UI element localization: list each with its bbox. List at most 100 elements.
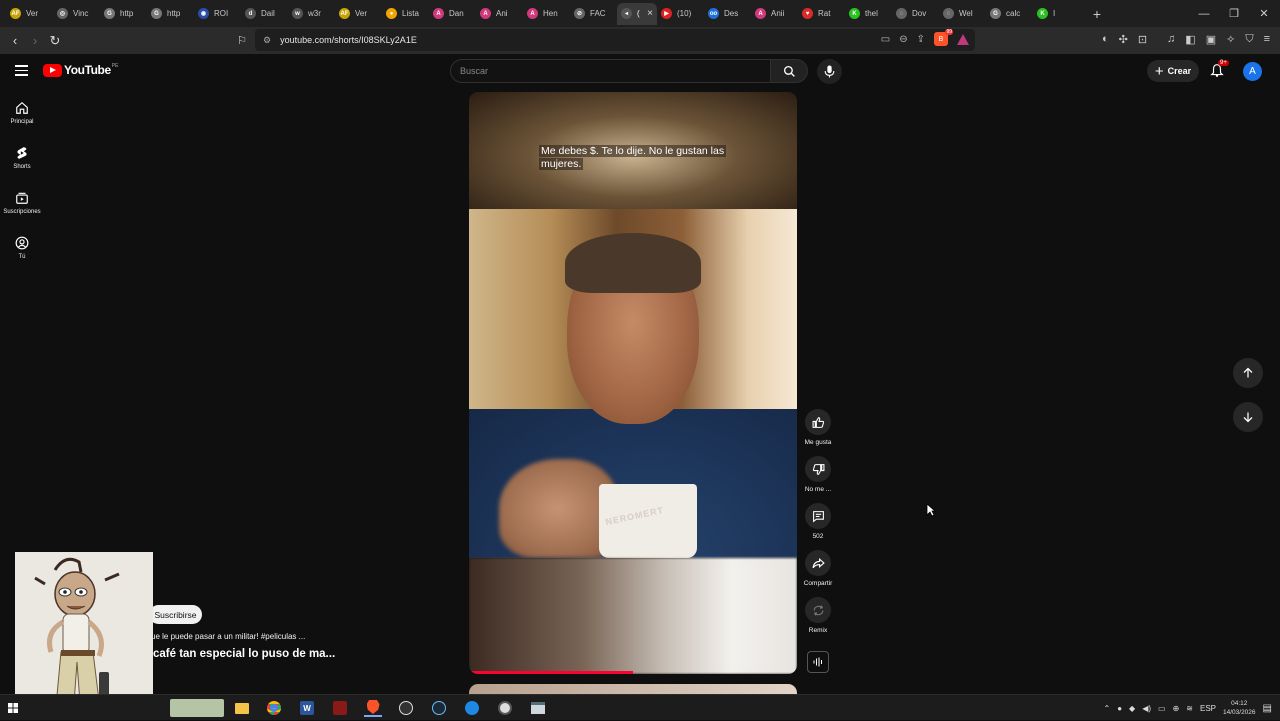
short-description[interactable]: ue le puede pasar a un militar! #pelicul… <box>151 632 305 641</box>
sidebar-item-principal[interactable]: Principal <box>0 90 44 135</box>
menu-icon[interactable]: ≡ <box>1264 33 1270 46</box>
brave-browser-icon[interactable] <box>364 699 382 717</box>
browser-tab[interactable]: A Ani <box>476 3 523 25</box>
youtube-logo[interactable]: YouTube PE <box>43 63 118 77</box>
browser-tab[interactable]: A Anii <box>751 3 798 25</box>
close-window-button[interactable]: ✕ <box>1248 0 1280 27</box>
extensions-puzzle-icon[interactable]: ✣ <box>1119 33 1128 46</box>
sidebar-toggle-icon[interactable]: ◧ <box>1185 33 1195 46</box>
browser-tab[interactable]: ◉ ROI <box>194 3 241 25</box>
volume-icon[interactable]: ◀) <box>1142 704 1151 713</box>
maximize-button[interactable]: ❐ <box>1218 0 1250 27</box>
next-short-button[interactable] <box>1233 402 1263 432</box>
cast-icon[interactable]: ▭ <box>881 34 890 45</box>
video-progress-bar[interactable] <box>469 671 633 674</box>
guide-menu-icon[interactable] <box>15 65 28 79</box>
browser-tab[interactable]: KI <box>1033 3 1080 25</box>
start-button[interactable] <box>4 699 22 717</box>
browser-tab[interactable]: ◂ (× <box>617 2 657 25</box>
comments-button[interactable]: 502 <box>801 503 835 540</box>
reload-icon[interactable]: ↻ <box>45 33 65 49</box>
search-button[interactable] <box>770 59 808 83</box>
short-title[interactable]: café tan especial lo puso de ma... <box>153 648 335 660</box>
brave-shields-icon[interactable]: B 99 <box>934 29 953 46</box>
browser-tab[interactable]: AF Ver <box>335 3 382 25</box>
sidebar-item-shorts[interactable]: Shorts <box>0 135 44 180</box>
chevron-up-icon[interactable]: ⌃ <box>1103 704 1110 713</box>
browser-tab[interactable]: ♥ Rat <box>798 3 845 25</box>
windows-logo-icon <box>8 703 18 713</box>
browser-tab[interactable]: A Hen <box>523 3 570 25</box>
subscribe-button[interactable]: Suscribirse <box>149 605 202 624</box>
voice-search-button[interactable] <box>817 59 842 84</box>
browser-tab[interactable]: d Dail <box>241 3 288 25</box>
wifi-icon[interactable]: ≋ <box>1186 704 1193 713</box>
steam-tray-icon[interactable]: ◆ <box>1129 704 1135 713</box>
display-icon[interactable]: ▭ <box>1158 704 1166 713</box>
short-video-player[interactable]: Me debes $. Te lo dije. No le gustan las… <box>469 92 797 674</box>
remix-button[interactable]: Remix <box>801 597 835 634</box>
previous-short-button[interactable] <box>1233 358 1263 388</box>
back-icon[interactable]: ‹ <box>5 33 25 48</box>
app-icon[interactable] <box>496 699 514 717</box>
screenshot-icon[interactable]: ⊡ <box>1138 33 1147 46</box>
word-icon[interactable]: W <box>298 699 316 717</box>
browser-tab[interactable]: ◌ Wel <box>939 3 986 25</box>
steam-icon[interactable] <box>430 699 448 717</box>
media-icon[interactable]: ♫ <box>1167 33 1175 46</box>
red-app-icon[interactable] <box>331 699 349 717</box>
network-icon[interactable]: ⊕ <box>1173 704 1180 713</box>
file-explorer-icon[interactable] <box>233 699 251 717</box>
like-button[interactable]: Me gusta <box>801 409 835 446</box>
new-tab-button[interactable]: + <box>1086 6 1108 22</box>
tab-favicon-icon: AF <box>10 8 21 19</box>
browser-tab[interactable]: w w3r <box>288 3 335 25</box>
notifications-button[interactable] <box>1210 63 1224 83</box>
taskbar-widget-thumbnail[interactable] <box>170 699 224 717</box>
browser-tab[interactable]: AF Ver <box>6 3 53 25</box>
create-button[interactable]: + Crear <box>1147 60 1199 82</box>
obs-icon[interactable] <box>397 699 415 717</box>
wallet-icon[interactable]: ▣ <box>1206 33 1216 46</box>
home-icon <box>16 101 28 114</box>
forward-icon[interactable]: › <box>25 33 45 48</box>
zoom-icon[interactable]: ⊖ <box>899 34 907 45</box>
browser-tab[interactable]: ● Lista <box>382 3 429 25</box>
avatar[interactable]: A <box>1243 62 1262 81</box>
share-button[interactable]: Compartir <box>801 550 835 587</box>
browser-tab[interactable]: A Dan <box>429 3 476 25</box>
chrome-icon[interactable] <box>265 699 283 717</box>
vpn-icon[interactable]: ⛉ <box>1245 33 1253 46</box>
sidebar-item-label: Tú <box>18 253 26 260</box>
blue-app-icon[interactable] <box>463 699 481 717</box>
browser-tab[interactable]: ▶ (10) <box>657 3 704 25</box>
browser-tab[interactable]: ⊘ FAC <box>570 3 617 25</box>
browser-tab[interactable]: Ghttp <box>147 3 194 25</box>
microphone-tray-icon[interactable]: ● <box>1117 704 1122 713</box>
tab-title: Hen <box>543 9 558 18</box>
site-settings-icon[interactable]: ⚙ <box>263 35 271 46</box>
leo-ai-icon[interactable]: ✧ <box>1226 33 1235 46</box>
sidebar-item-you[interactable]: Tú <box>0 225 44 270</box>
close-tab-icon[interactable]: × <box>647 8 653 19</box>
clock[interactable]: 04:12 14/03/2026 <box>1223 699 1256 717</box>
dislike-button[interactable]: No me ... <box>801 456 835 493</box>
window-app-icon[interactable] <box>529 699 547 717</box>
language-indicator[interactable]: ESP <box>1200 704 1216 713</box>
sound-button[interactable] <box>807 651 829 673</box>
browser-tab[interactable]: oo Des <box>704 3 751 25</box>
browser-tab[interactable]: Gcalc <box>986 3 1033 25</box>
sidebar-item-subscriptions[interactable]: Suscripciones <box>0 180 44 225</box>
browser-tab[interactable]: ◌ Dov <box>892 3 939 25</box>
browser-tab[interactable]: ◎ Vinc <box>53 3 100 25</box>
browser-tab[interactable]: Ghttp <box>100 3 147 25</box>
share-page-icon[interactable]: ⇪ <box>917 34 925 45</box>
brave-rewards-icon[interactable] <box>957 33 969 45</box>
url-bar[interactable]: ⚙ youtube.com/shorts/I08SKLy2A1E ▭ ⊖ ⇪ B… <box>255 29 975 51</box>
search-input[interactable]: Buscar <box>450 59 771 83</box>
minimize-button[interactable]: — <box>1188 0 1220 27</box>
notification-center-icon[interactable]: ▤ <box>1263 703 1272 714</box>
browser-tab[interactable]: Kthel <box>845 3 892 25</box>
bookmark-icon[interactable]: ⚐ <box>232 34 252 47</box>
extension-icon[interactable]: ◐ <box>1102 33 1109 46</box>
